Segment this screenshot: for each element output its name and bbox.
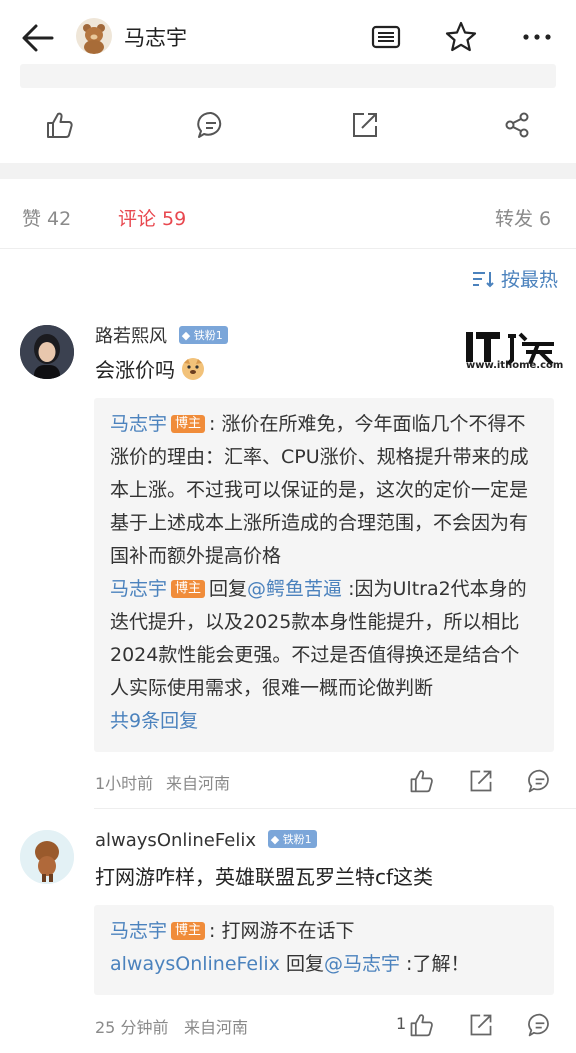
back-arrow-icon[interactable] xyxy=(18,20,58,56)
reply-word: 回复 xyxy=(285,953,324,975)
author-avatar[interactable] xyxy=(76,18,112,54)
reply-mention[interactable]: @马志宇 xyxy=(324,953,400,975)
doge-emoji-icon xyxy=(182,358,205,380)
ithome-logo xyxy=(466,332,554,366)
comment-repost-icon[interactable] xyxy=(468,768,494,794)
reply-word: 回复 xyxy=(209,578,248,600)
more-options-icon[interactable] xyxy=(520,20,554,54)
repost-icon[interactable] xyxy=(350,110,380,140)
commenter-name[interactable]: alwaysOnlineFelix xyxy=(95,830,256,851)
like-icon[interactable] xyxy=(44,110,74,140)
reply-author[interactable]: 马志宇 xyxy=(110,413,167,435)
comment-time: 25 分钟前 xyxy=(95,1018,169,1037)
comment-text-row: 会涨价吗 xyxy=(95,354,205,383)
sort-icon xyxy=(472,271,494,287)
reply-mention[interactable]: @鳄鱼苦逼 xyxy=(247,578,342,600)
tab-comments[interactable]: 评论 59 xyxy=(118,204,186,231)
divider xyxy=(94,808,576,809)
watermark-url: www.ithome.com xyxy=(466,360,564,371)
reply-author[interactable]: alwaysOnlineFelix xyxy=(110,953,280,975)
fan-badge-label: 铁粉1 xyxy=(193,329,223,342)
article-list-icon[interactable] xyxy=(369,20,403,54)
reply-text: : 涨价在所难免，今年面临几个不得不涨价的理由：汇率、CPU涨价、规格提升带来的… xyxy=(110,413,529,567)
reply-text: : 打网游不在话下 xyxy=(209,920,355,942)
reply-item: 马志宇 博主: 打网游不在话下 xyxy=(110,915,538,948)
comment-time: 1小时前 xyxy=(95,774,154,793)
fan-badge-label: 铁粉1 xyxy=(282,833,312,846)
more-replies-link[interactable]: 共9条回复 xyxy=(110,705,538,738)
sort-by-hot-button[interactable]: 按最热 xyxy=(471,265,558,292)
reply-item: 马志宇 博主 回复@鳄鱼苦逼 :因为Ultra2代本身的迭代提升，以及2025款本身… xyxy=(110,573,538,705)
commenter-avatar[interactable] xyxy=(20,325,74,379)
commenter-avatar[interactable] xyxy=(20,830,74,884)
star-icon[interactable] xyxy=(444,20,478,54)
comment-user-row: 路若熙风 ◆ 铁粉1 xyxy=(95,322,228,348)
blogger-tag: 博主 xyxy=(171,922,206,940)
comment-text: 会涨价吗 xyxy=(95,358,175,382)
comment-like-count: 1 xyxy=(396,1014,407,1033)
divider xyxy=(0,248,576,249)
reply-author[interactable]: 马志宇 xyxy=(110,578,167,600)
comment-location: 来自河南 xyxy=(166,774,231,793)
reply-item: alwaysOnlineFelix 回复@马志宇 :了解！ xyxy=(110,948,538,981)
share-icon[interactable] xyxy=(502,110,532,140)
clipped-content-strip xyxy=(20,64,556,88)
reply-box: 马志宇 博主: 涨价在所难免，今年面临几个不得不涨价的理由：汇率、CPU涨价、规格… xyxy=(94,398,554,752)
comment-reply-icon[interactable] xyxy=(527,768,553,794)
reply-box: 马志宇 博主: 打网游不在话下 alwaysOnlineFelix 回复@马志宇 … xyxy=(94,905,554,995)
reply-item: 马志宇 博主: 涨价在所难免，今年面临几个不得不涨价的理由：汇率、CPU涨价、规格… xyxy=(110,408,538,573)
tab-reposts[interactable]: 转发 6 xyxy=(495,204,551,231)
reply-text: :了解！ xyxy=(400,953,470,975)
section-separator xyxy=(0,163,576,179)
blogger-tag: 博主 xyxy=(171,580,206,598)
fan-badge: ◆ 铁粉1 xyxy=(267,830,317,848)
comment-repost-icon[interactable] xyxy=(468,1012,494,1038)
comment-user-row: alwaysOnlineFelix ◆ 铁粉1 xyxy=(95,830,317,851)
author-name[interactable]: 马志宇 xyxy=(124,22,187,52)
fan-badge: ◆ 铁粉1 xyxy=(178,326,228,344)
commenter-name[interactable]: 路若熙风 xyxy=(95,326,167,347)
comment-text: 打网游咋样，英雄联盟瓦罗兰特cf这类 xyxy=(95,865,434,889)
comment-icon[interactable] xyxy=(196,110,226,140)
sort-label: 按最热 xyxy=(500,269,558,291)
blogger-tag: 博主 xyxy=(171,415,206,433)
comment-like-icon[interactable] xyxy=(408,768,434,794)
tab-likes[interactable]: 赞 42 xyxy=(22,204,71,231)
reply-author[interactable]: 马志宇 xyxy=(110,920,167,942)
stats-tabs: 赞 42 评论 59 转发 6 xyxy=(0,196,576,236)
post-action-row xyxy=(0,100,576,154)
comment-location: 来自河南 xyxy=(184,1018,249,1037)
comment-like-icon[interactable] xyxy=(408,1012,434,1038)
comment-reply-icon[interactable] xyxy=(527,1012,553,1038)
